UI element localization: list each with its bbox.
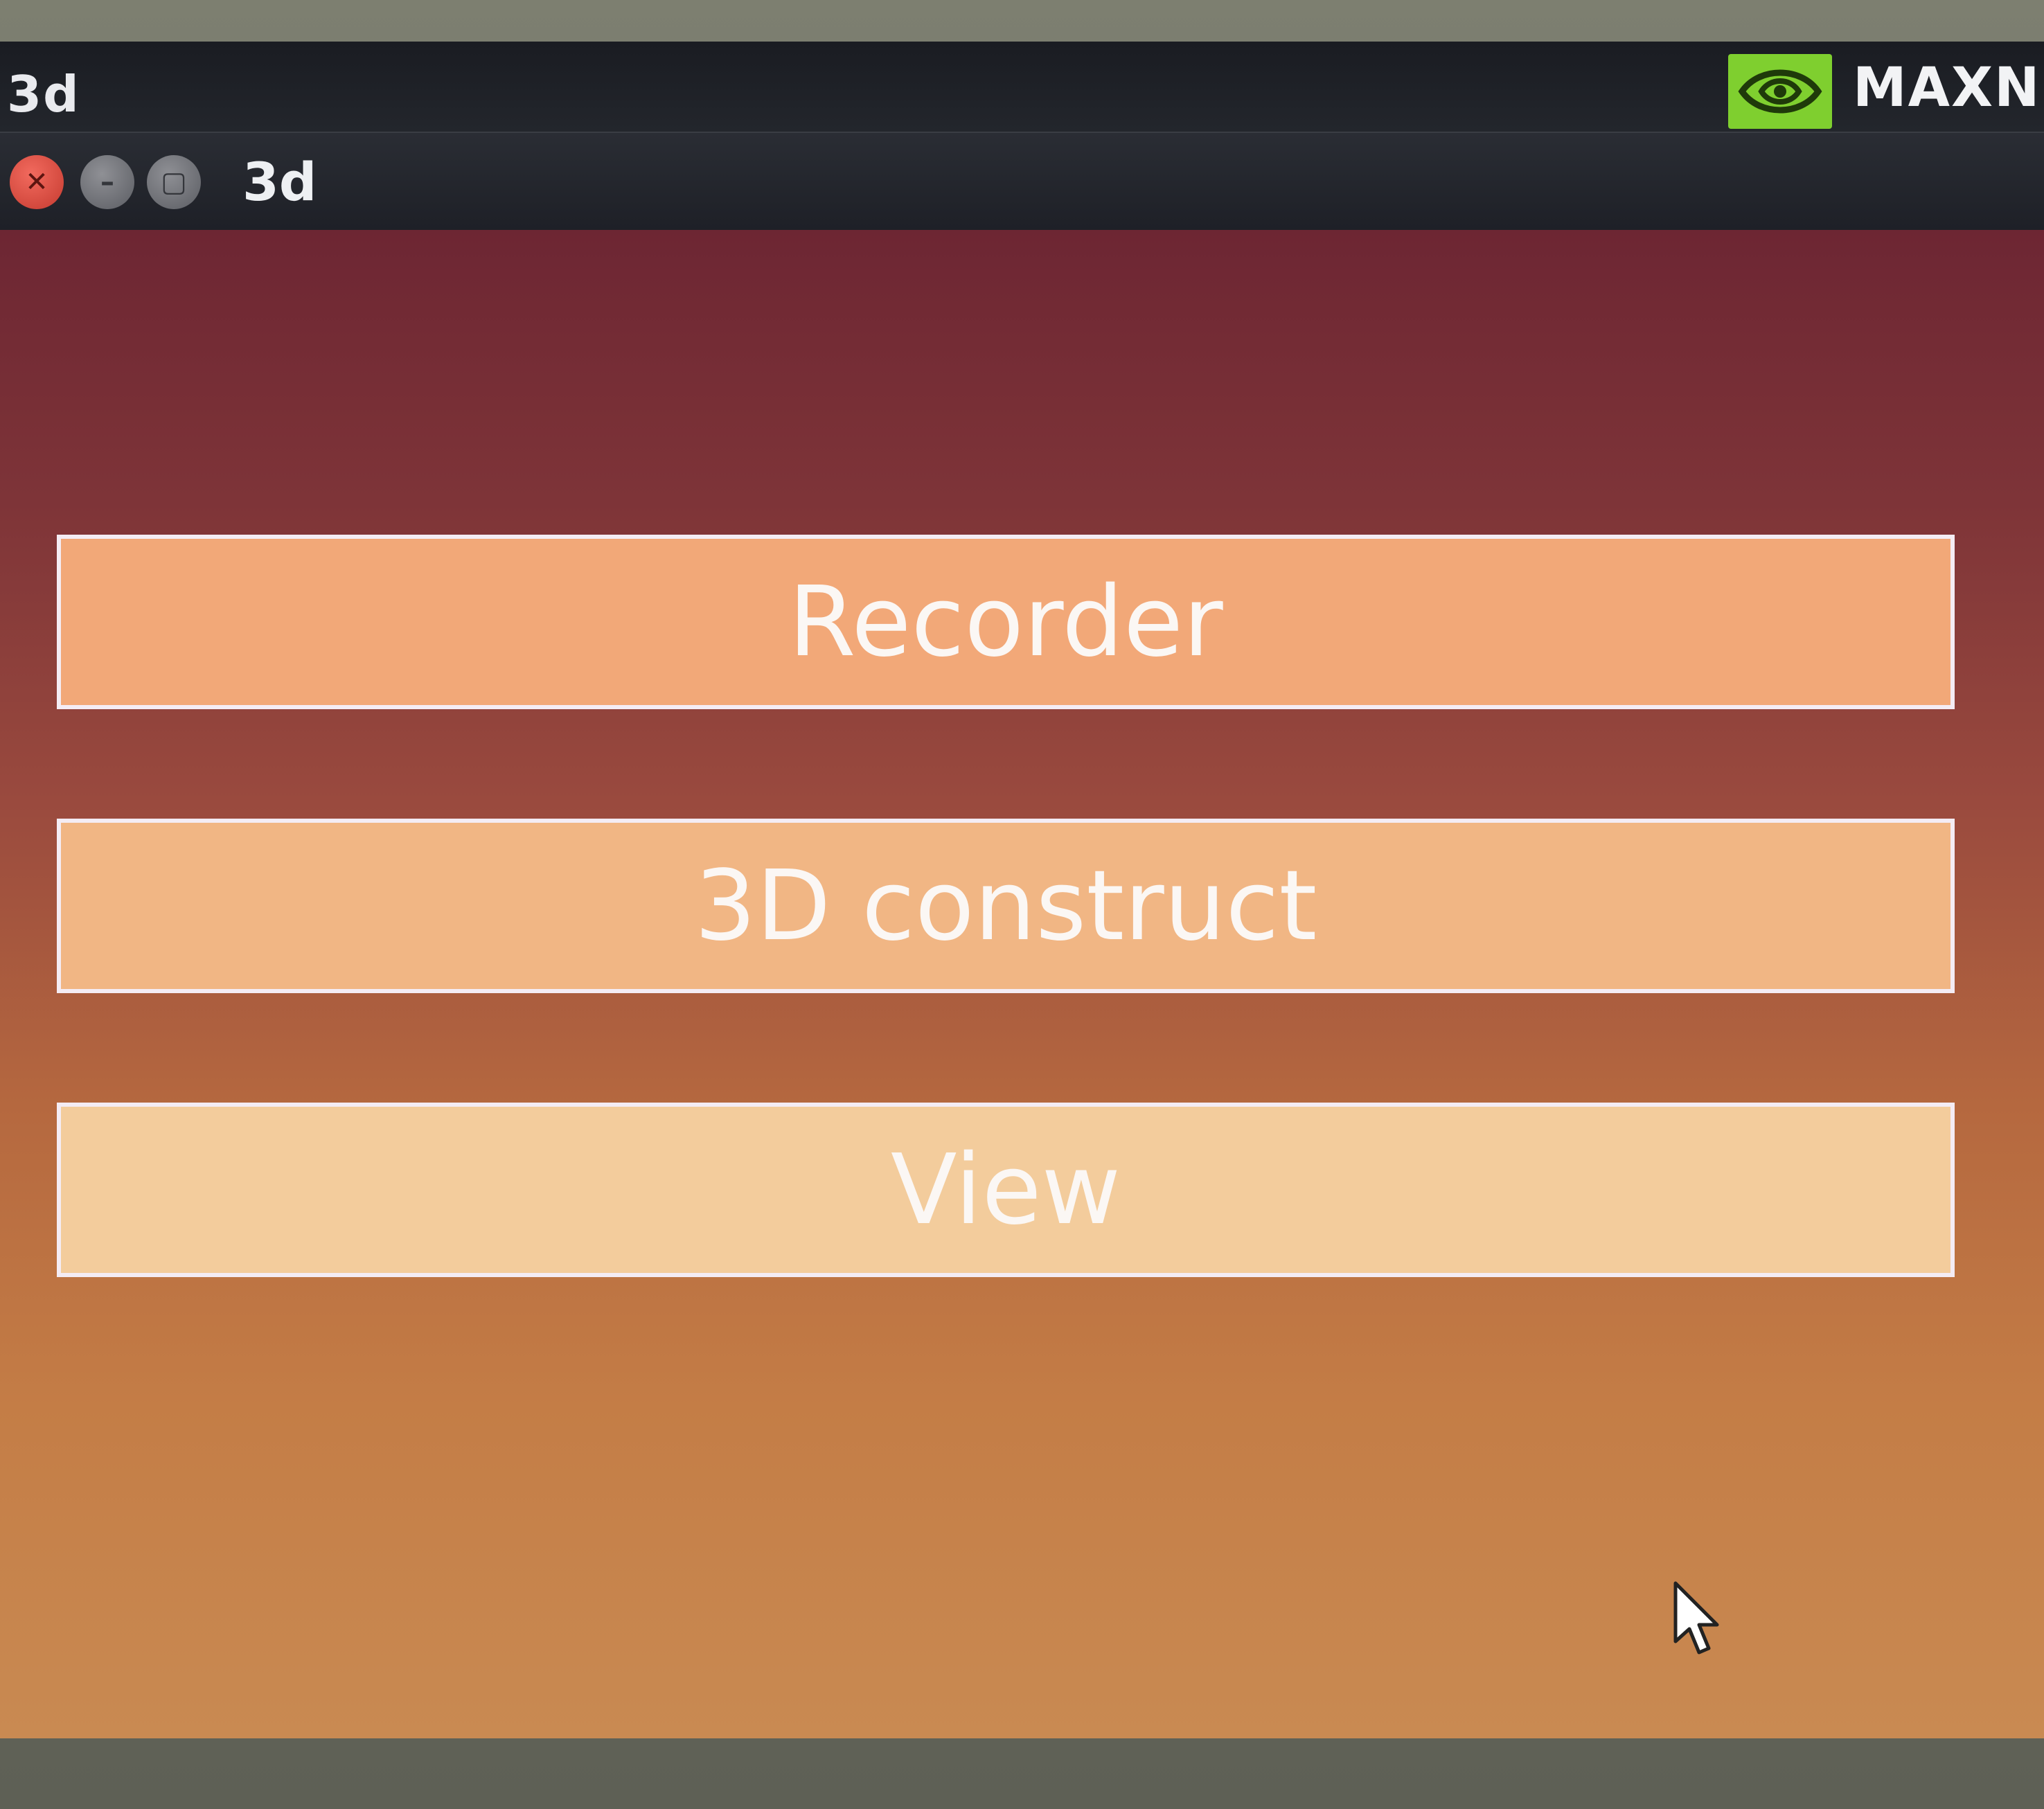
nvidia-logo-icon[interactable] bbox=[1728, 54, 1832, 129]
power-mode-label[interactable]: MAXN bbox=[1853, 57, 2041, 119]
view-button-label: View bbox=[890, 1133, 1121, 1247]
minimize-icon: – bbox=[100, 166, 114, 198]
window-client-area: Recorder 3D construct View bbox=[0, 230, 2044, 1738]
display-screen: 3d MAXN ✕ – ▢ 3d Recorder 3D construct V… bbox=[0, 42, 2044, 1738]
recorder-button-label: Recorder bbox=[788, 565, 1223, 679]
3d-construct-button[interactable]: 3D construct bbox=[57, 819, 1955, 993]
window-title: 3d bbox=[242, 151, 317, 213]
close-button[interactable]: ✕ bbox=[10, 155, 64, 209]
top-panel: 3d MAXN bbox=[0, 42, 2044, 132]
nvidia-eye-icon bbox=[1738, 69, 1822, 114]
3d-construct-button-label: 3D construct bbox=[694, 849, 1317, 963]
maximize-button[interactable]: ▢ bbox=[147, 155, 201, 209]
mouse-pointer-icon bbox=[1673, 1580, 1721, 1659]
recorder-button[interactable]: Recorder bbox=[57, 535, 1955, 709]
window-title-bar[interactable]: ✕ – ▢ 3d bbox=[0, 132, 2044, 230]
panel-app-title: 3d bbox=[7, 65, 80, 123]
minimize-button[interactable]: – bbox=[80, 155, 134, 209]
view-button[interactable]: View bbox=[57, 1103, 1955, 1277]
close-icon: ✕ bbox=[25, 166, 48, 198]
maximize-icon: ▢ bbox=[161, 166, 187, 198]
